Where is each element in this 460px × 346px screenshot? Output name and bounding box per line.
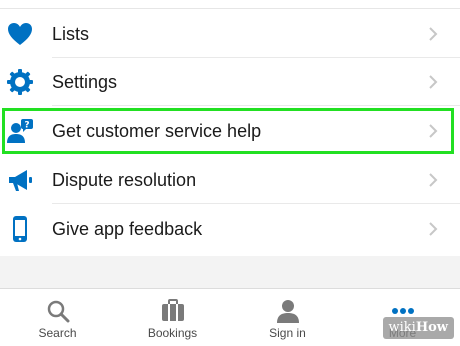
chevron-right-icon <box>429 27 438 41</box>
menu-item-label: Settings <box>52 72 118 92</box>
menu-item-label: Get customer service help <box>52 121 262 141</box>
tab-bookings[interactable]: Bookings <box>115 289 230 346</box>
divider <box>0 8 460 9</box>
menu-item-settings[interactable]: Settings <box>0 58 460 106</box>
tab-label: Search <box>38 326 77 340</box>
person-icon <box>276 300 299 323</box>
chevron-right-icon <box>429 173 438 187</box>
chevron-right-icon <box>429 75 438 89</box>
svg-text:?: ? <box>24 121 29 131</box>
watermark-logo: wikiHow <box>382 317 454 339</box>
menu-item-customer-service[interactable]: ? Get customer service help <box>0 107 460 155</box>
menu-list: Lists Settings ? Get customer service he… <box>0 0 460 256</box>
chevron-right-icon <box>429 124 438 138</box>
menu-item-label: Give app feedback <box>52 219 203 239</box>
chevron-right-icon <box>429 222 438 236</box>
menu-item-dispute-resolution[interactable]: Dispute resolution <box>0 156 460 204</box>
divider <box>52 203 460 204</box>
customer-service-icon: ? <box>7 119 33 143</box>
menu-item-label: Dispute resolution <box>52 170 197 190</box>
tab-search[interactable]: Search <box>0 289 115 346</box>
tab-label: Sign in <box>269 326 306 340</box>
tab-label: Bookings <box>147 326 198 340</box>
search-icon <box>47 300 69 323</box>
briefcase-icon <box>161 299 184 321</box>
menu-item-app-feedback[interactable]: Give app feedback <box>0 205 460 253</box>
gear-icon <box>7 69 33 95</box>
menu-item-label: Lists <box>52 24 90 44</box>
tab-sign-in[interactable]: Sign in <box>230 289 345 346</box>
divider <box>52 105 460 106</box>
heart-icon <box>8 23 32 45</box>
menu-item-lists[interactable]: Lists <box>0 10 460 58</box>
megaphone-icon <box>9 170 32 191</box>
phone-icon <box>13 216 27 242</box>
